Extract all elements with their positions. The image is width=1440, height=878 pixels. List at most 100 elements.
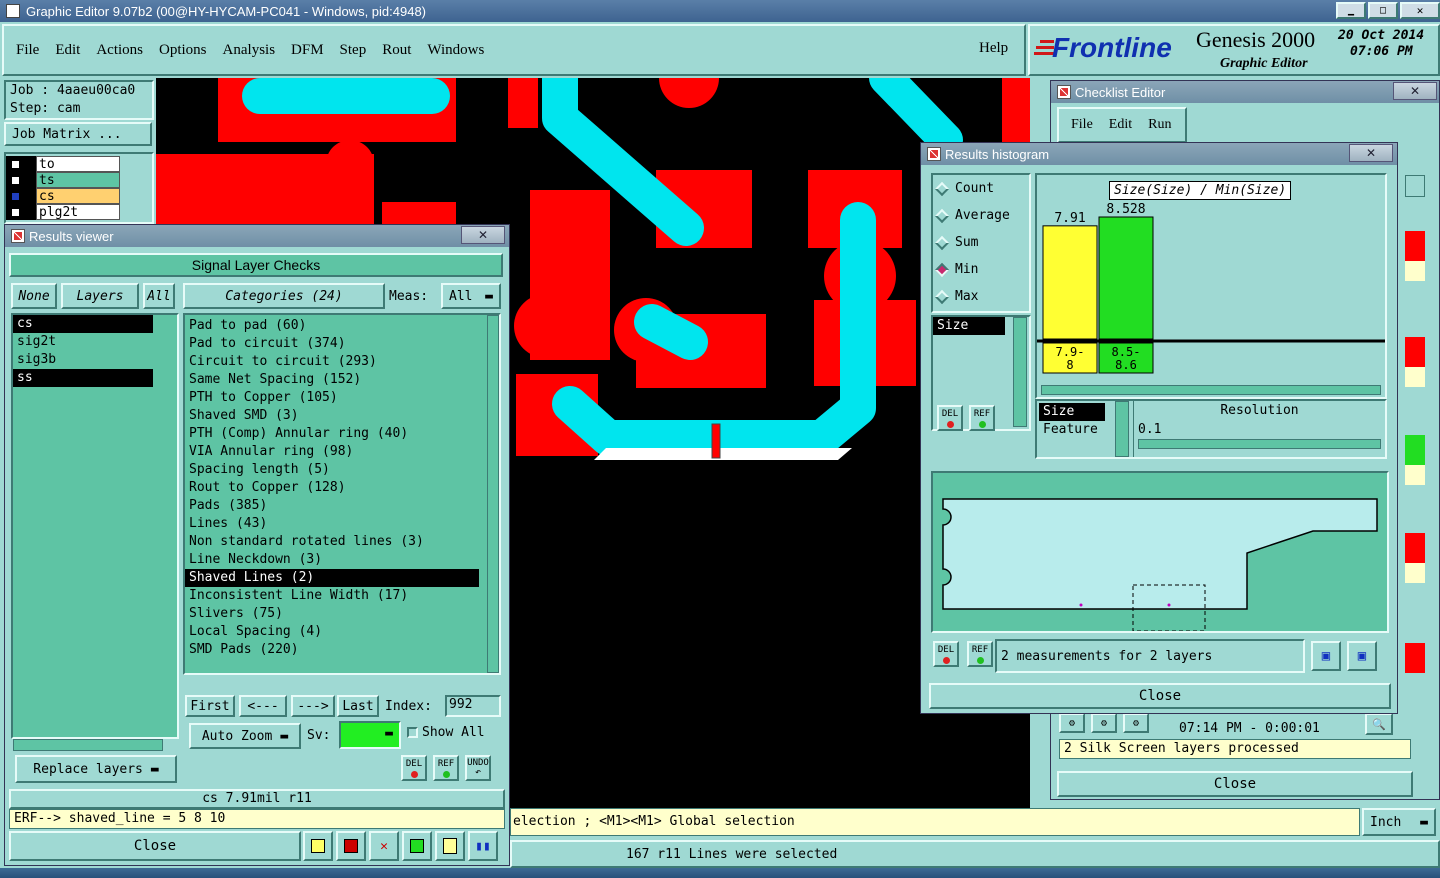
minimize-icon[interactable]: ▁ xyxy=(1336,2,1366,19)
layer-checkbox-icon[interactable] xyxy=(6,204,36,220)
footer-ref-icon[interactable]: REF xyxy=(967,641,993,667)
radio-icon[interactable] xyxy=(934,235,950,250)
category-item[interactable]: Non standard rotated lines (3) xyxy=(185,533,479,551)
category-item[interactable]: Inconsistent Line Width (17) xyxy=(185,587,479,605)
none-button[interactable]: None xyxy=(11,283,57,309)
last-button[interactable]: Last xyxy=(337,695,379,717)
maximize-icon[interactable]: □ xyxy=(1368,2,1398,19)
menu-step[interactable]: Step xyxy=(340,42,367,59)
checklist-menu-edit[interactable]: Edit xyxy=(1109,117,1132,133)
menu-rout[interactable]: Rout xyxy=(382,42,411,59)
category-item[interactable]: PTH to Copper (105) xyxy=(185,389,479,407)
category-item[interactable]: Rout to Copper (128) xyxy=(185,479,479,497)
notes-icon[interactable] xyxy=(435,831,465,861)
layer-h-scrollbar[interactable] xyxy=(13,739,163,751)
layer-row-plg2t[interactable]: plg2t xyxy=(6,204,152,220)
histogram-bar[interactable] xyxy=(1042,225,1098,340)
board-icon[interactable] xyxy=(336,831,366,861)
group-feature[interactable]: Feature xyxy=(1039,421,1098,439)
category-item[interactable]: Pad to pad (60) xyxy=(185,317,479,335)
radio-icon[interactable] xyxy=(934,181,950,196)
rv-ref-icon[interactable]: REF xyxy=(433,755,459,781)
checklist-close-icon[interactable]: ✕ xyxy=(1393,82,1437,100)
group-size[interactable]: Size xyxy=(1039,403,1105,421)
board-preview[interactable] xyxy=(931,471,1389,633)
aggregate-average[interactable]: Average xyxy=(933,202,1029,229)
radio-icon[interactable] xyxy=(934,208,950,223)
aggregate-min[interactable]: Min xyxy=(933,256,1029,283)
zoom-icon[interactable]: 🔍 xyxy=(1365,713,1393,735)
histogram-bar[interactable] xyxy=(1098,216,1154,340)
resolution-slider[interactable] xyxy=(1138,439,1381,449)
category-item[interactable]: Slivers (75) xyxy=(185,605,479,623)
report-icon[interactable] xyxy=(402,831,432,861)
menu-actions[interactable]: Actions xyxy=(96,42,143,59)
aggregate-max[interactable]: Max xyxy=(933,283,1029,310)
del-icon[interactable]: DEL xyxy=(937,405,963,431)
layer-checkbox-icon[interactable] xyxy=(6,172,36,188)
menu-help[interactable]: Help xyxy=(979,40,1008,57)
results-layer-cs[interactable]: cs xyxy=(13,315,153,333)
layer-checkbox-icon[interactable] xyxy=(6,188,36,204)
category-item[interactable]: Same Net Spacing (152) xyxy=(185,371,479,389)
menu-file[interactable]: File xyxy=(16,42,39,59)
aggregate-count[interactable]: Count xyxy=(933,175,1029,202)
rv-undo-icon[interactable]: UNDO ↶ xyxy=(465,755,491,781)
selected-feature[interactable] xyxy=(711,423,721,459)
checklist-menu-file[interactable]: File xyxy=(1071,117,1093,133)
histogram-close-button[interactable]: Close xyxy=(929,683,1391,709)
units-select[interactable]: Inch ▬ xyxy=(1362,808,1436,836)
results-layer-sig3b[interactable]: sig3b xyxy=(13,351,153,369)
radio-icon[interactable] xyxy=(934,289,950,304)
group-scrollbar[interactable] xyxy=(1115,401,1129,457)
menu-options[interactable]: Options xyxy=(159,42,207,59)
layer-row-ts[interactable]: ts xyxy=(6,172,152,188)
size-list-item[interactable]: Size xyxy=(933,317,1005,335)
rv-del-icon[interactable]: DEL xyxy=(401,755,427,781)
layer-row-cs[interactable]: cs xyxy=(6,188,152,204)
category-item[interactable]: PTH (Comp) Annular ring (40) xyxy=(185,425,479,443)
size-scrollbar[interactable] xyxy=(1013,317,1027,427)
cancel-icon[interactable]: ✕ xyxy=(369,831,399,861)
category-item[interactable]: Shaved SMD (3) xyxy=(185,407,479,425)
next-button[interactable]: ---> xyxy=(291,695,335,717)
footer-del-icon[interactable]: DEL xyxy=(933,641,959,667)
import-icon[interactable]: ▣ xyxy=(1347,641,1377,671)
job-matrix-button[interactable]: Job Matrix ... xyxy=(4,122,152,146)
ref-icon[interactable]: REF xyxy=(969,405,995,431)
checklist-menu-run[interactable]: Run xyxy=(1148,117,1171,133)
show-all-checkbox[interactable]: Show All xyxy=(407,725,485,740)
histogram-close-icon[interactable]: ✕ xyxy=(1349,144,1393,162)
category-item[interactable]: Circuit to circuit (293) xyxy=(185,353,479,371)
auto-zoom-select[interactable]: Auto Zoom ▬ xyxy=(189,723,301,749)
export-icon[interactable]: ▣ xyxy=(1311,641,1341,671)
menu-edit[interactable]: Edit xyxy=(55,42,80,59)
categories-scrollbar[interactable] xyxy=(487,315,499,673)
layer-checkbox-icon[interactable] xyxy=(6,156,36,172)
close-icon[interactable]: ✕ xyxy=(1400,2,1440,19)
aggregate-sum[interactable]: Sum xyxy=(933,229,1029,256)
menu-dfm[interactable]: DFM xyxy=(291,42,324,59)
menu-windows[interactable]: Windows xyxy=(427,42,484,59)
layer-row-to[interactable]: to xyxy=(6,156,152,172)
prev-button[interactable]: <--- xyxy=(239,695,287,717)
histogram-icon[interactable] xyxy=(303,831,333,861)
category-item[interactable]: VIA Annular ring (98) xyxy=(185,443,479,461)
menu-analysis[interactable]: Analysis xyxy=(223,42,276,59)
category-item[interactable]: Spacing length (5) xyxy=(185,461,479,479)
category-item[interactable]: SMD Pads (220) xyxy=(185,641,479,659)
results-layer-sig2t[interactable]: sig2t xyxy=(13,333,153,351)
meas-select[interactable]: All ▬ xyxy=(441,283,501,309)
all-button[interactable]: All xyxy=(143,283,175,309)
categories-button[interactable]: Categories (24) xyxy=(183,283,385,309)
category-item[interactable]: Line Neckdown (3) xyxy=(185,551,479,569)
category-item[interactable]: Shaved Lines (2) xyxy=(185,569,479,587)
chart-scrollbar[interactable] xyxy=(1041,385,1381,395)
replace-layers-button[interactable]: Replace layers ▬ xyxy=(15,755,177,783)
sv-color-select[interactable]: ▬ xyxy=(339,721,401,749)
stats-icon[interactable]: ▮▮ xyxy=(468,831,498,861)
category-item[interactable]: Pads (385) xyxy=(185,497,479,515)
results-layer-ss[interactable]: ss xyxy=(13,369,153,387)
radio-icon[interactable] xyxy=(934,262,950,277)
results-viewer-close-icon[interactable]: ✕ xyxy=(461,226,505,244)
